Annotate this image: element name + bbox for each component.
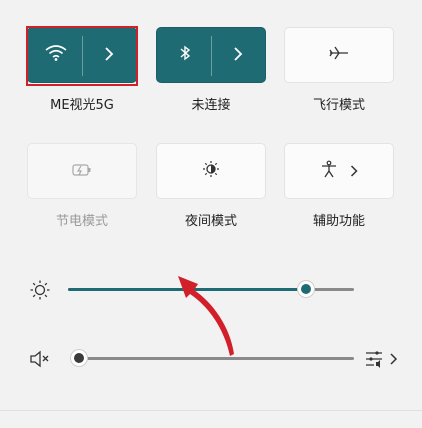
volume-slider-thumb[interactable] [71, 350, 87, 366]
wifi-icon [45, 44, 67, 66]
bluetooth-label: 未连接 [191, 98, 231, 113]
wifi-label: ME视光5G [50, 98, 114, 113]
battery-saver-icon [71, 162, 93, 181]
bluetooth-toggle-button[interactable] [157, 28, 212, 82]
accessibility-icon [320, 160, 338, 182]
airplane-mode-label: 飞行模式 [312, 98, 365, 113]
night-light-icon [202, 160, 220, 182]
accessibility-label: 辅助功能 [312, 214, 365, 229]
brightness-slider-thumb[interactable] [298, 281, 314, 297]
chevron-right-icon [104, 46, 114, 65]
quick-settings-panel: ME视光5G 未连接 飞行模式 节电模式 夜间模式 辅助功能 [0, 0, 422, 428]
night-light-label: 夜间模式 [184, 214, 237, 229]
airplane-icon [329, 45, 349, 65]
wifi-tile[interactable] [27, 27, 137, 83]
chevron-right-icon [233, 46, 243, 65]
battery-saver-tile[interactable] [27, 143, 137, 199]
brightness-icon [28, 278, 52, 302]
night-light-tile[interactable] [156, 143, 266, 199]
bluetooth-tile[interactable] [156, 27, 266, 83]
accessibility-tile[interactable] [284, 143, 394, 199]
airplane-mode-tile[interactable] [284, 27, 394, 83]
bluetooth-icon [179, 44, 191, 66]
battery-saver-label: 节电模式 [55, 214, 108, 229]
chevron-right-icon[interactable] [350, 162, 358, 181]
volume-slider-track[interactable] [70, 357, 354, 360]
speaker-muted-icon[interactable] [28, 347, 52, 371]
annotation-arrow [178, 276, 234, 356]
audio-output-icon[interactable] [364, 347, 400, 371]
wifi-toggle-button[interactable] [28, 28, 83, 82]
panel-footer-divider [0, 410, 422, 411]
bluetooth-expand-button[interactable] [210, 28, 265, 82]
wifi-expand-button[interactable] [81, 28, 136, 82]
